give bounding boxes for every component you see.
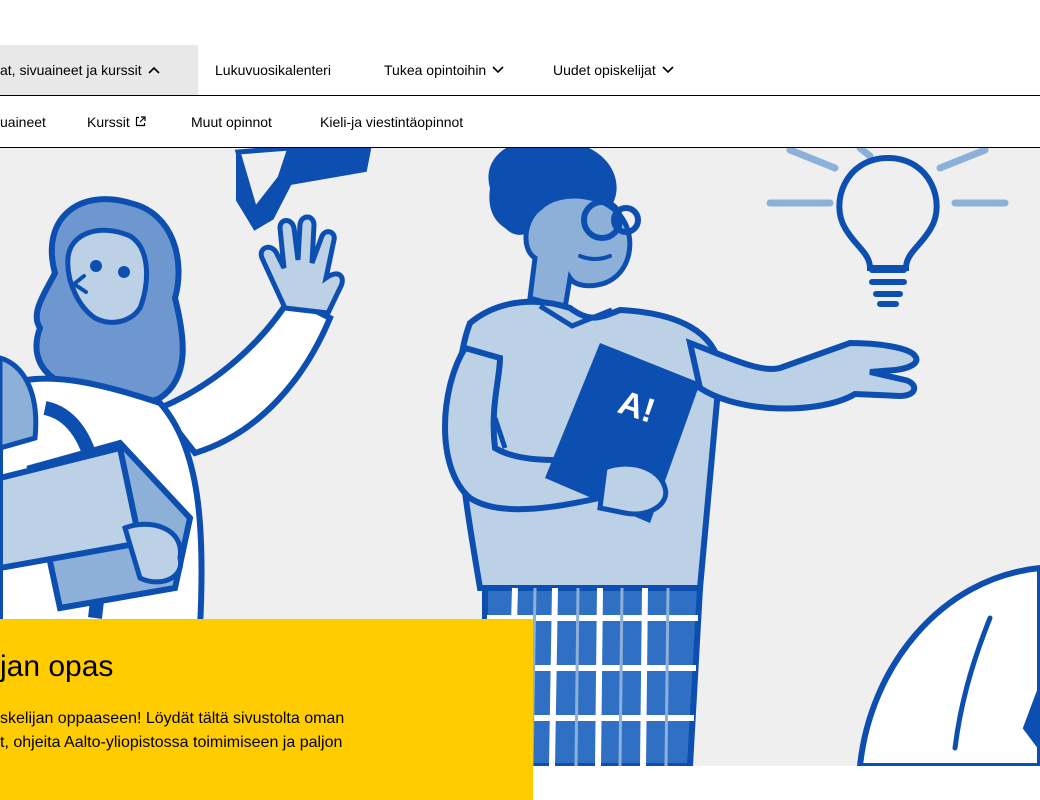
nav-item-majors-minors-courses[interactable]: at, sivuaineet ja kurssit [0,45,198,95]
nav-item-academic-calendar[interactable]: Lukuvuosikalenteri [215,45,331,95]
chevron-up-icon [148,66,160,74]
subnav-item-courses[interactable]: Kurssit [87,97,146,147]
subnav-item-other-studies[interactable]: Muut opinnot [191,97,272,147]
subnav-item-label: uaineet [0,114,46,130]
intro-text: skelijan oppaaseen! Löydät tältä sivusto… [0,707,520,755]
nav-item-label: Uudet opiskelijat [553,62,656,78]
chevron-down-icon [662,66,674,74]
page-title: jan opas [0,650,114,683]
primary-nav: at, sivuaineet ja kurssit Lukuvuosikalen… [0,45,1040,96]
partial-figure [856,564,1040,766]
subnav-item-minors[interactable]: uaineet [0,97,46,147]
nav-item-label: Tukea opintoihin [384,62,487,78]
subnav-item-label: Kurssit [87,114,130,130]
intro-text-line: t, ohjeita Aalto-yliopistossa toimimisee… [0,734,343,751]
subnav-item-language-studies[interactable]: Kieli-ja viestintäopinnot [320,97,463,147]
secondary-nav: uaineet Kurssit Muut opinnot Kieli-ja vi… [0,97,1040,148]
external-link-icon [135,114,146,130]
nav-item-label: at, sivuaineet ja kurssit [0,62,142,78]
nav-item-label: Lukuvuosikalenteri [215,62,331,78]
nav-item-new-students[interactable]: Uudet opiskelijat [553,45,674,95]
subnav-item-label: Kieli-ja viestintäopinnot [320,114,464,130]
subnav-item-label: Muut opinnot [191,114,272,130]
woman-figure [0,148,372,631]
chevron-down-icon [492,66,504,74]
nav-item-study-support[interactable]: Tukea opintoihin [384,45,504,95]
lightbulb-icon [836,154,940,307]
intro-text-line: skelijan oppaaseen! Löydät tältä sivusto… [0,710,345,727]
intro-card: jan opas skelijan oppaaseen! Löydät tält… [0,619,533,800]
